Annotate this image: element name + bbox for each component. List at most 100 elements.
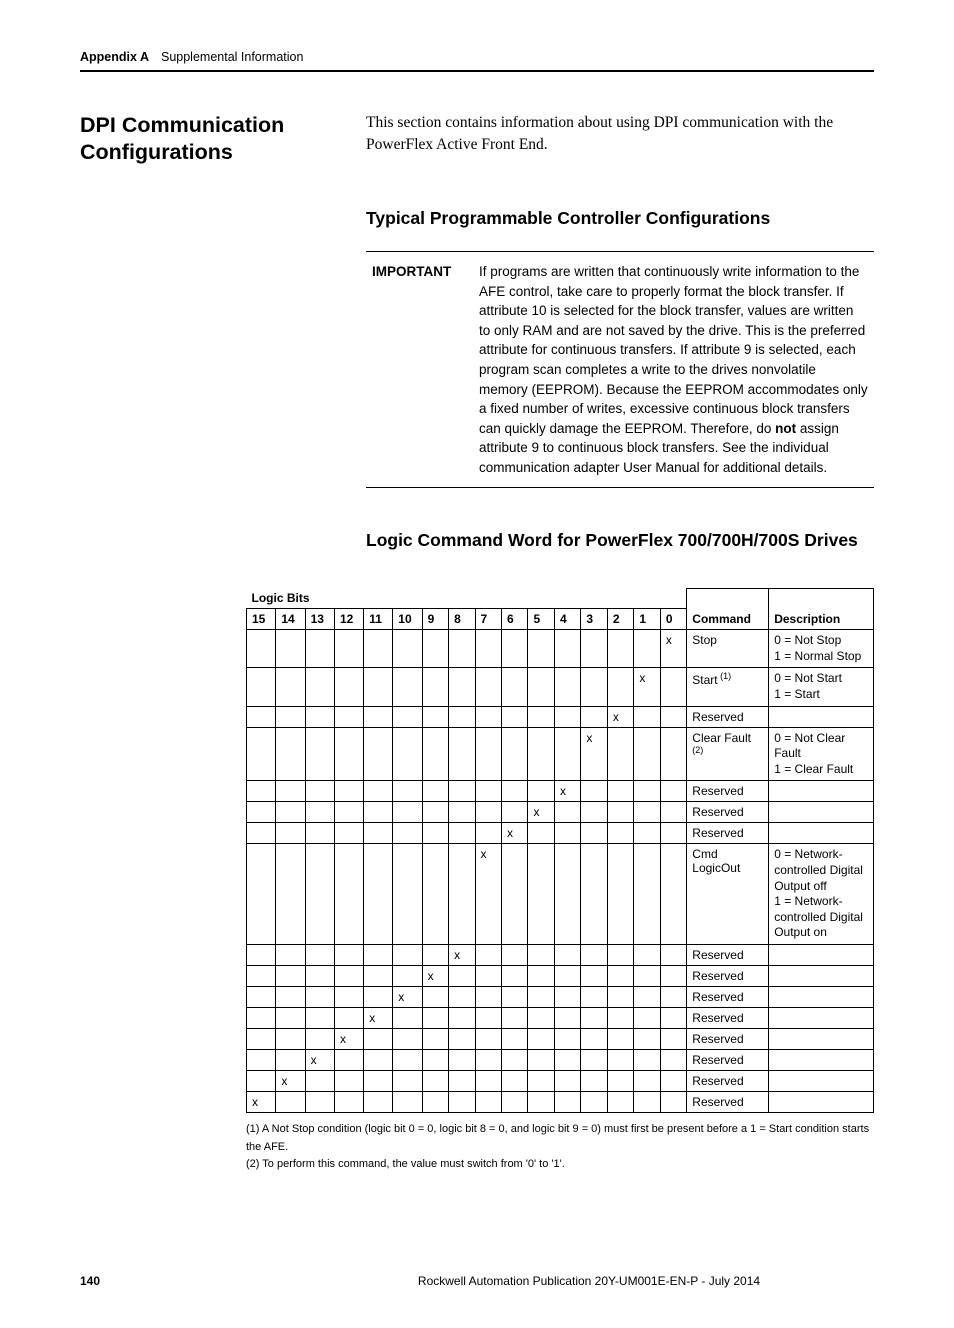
bit-cell <box>502 844 528 945</box>
bit-cell <box>422 1049 448 1070</box>
bit-cell <box>607 1049 633 1070</box>
bit-cell <box>305 802 334 823</box>
bit-cell <box>528 1028 554 1049</box>
bit-cell <box>449 727 475 781</box>
subheading-controller: Typical Programmable Controller Configur… <box>366 206 874 231</box>
command-cell: Reserved <box>687 1049 769 1070</box>
bit-cell <box>581 802 607 823</box>
bit-cell <box>554 1007 580 1028</box>
page-number: 140 <box>80 1274 304 1288</box>
subheading-logic: Logic Command Word for PowerFlex 700/700… <box>366 528 874 553</box>
bit-cell <box>502 781 528 802</box>
table-row: xStop0 = Not Stop1 = Normal Stop <box>247 630 874 668</box>
bit-cell <box>305 630 334 668</box>
bit-cell <box>393 630 422 668</box>
bit-cell <box>305 1070 334 1091</box>
bit-h-1: 1 <box>634 609 660 630</box>
bit-cell <box>449 781 475 802</box>
bit-cell <box>502 1049 528 1070</box>
bit-cell <box>607 944 633 965</box>
bit-cell <box>502 965 528 986</box>
description-cell <box>769 1049 874 1070</box>
bit-cell <box>607 823 633 844</box>
bit-cell <box>581 1028 607 1049</box>
side-heading: DPI Communication Configurations <box>80 112 330 166</box>
bit-cell <box>528 986 554 1007</box>
bit-cell <box>334 1007 363 1028</box>
bit-cell <box>305 1007 334 1028</box>
bit-cell: x <box>449 944 475 965</box>
bit-h-14: 14 <box>276 609 305 630</box>
bit-cell <box>554 844 580 945</box>
bit-cell <box>554 944 580 965</box>
bit-cell <box>364 1070 393 1091</box>
command-cell: Reserved <box>687 1070 769 1091</box>
bit-cell <box>607 986 633 1007</box>
table-row: xReserved <box>247 1028 874 1049</box>
bit-cell <box>422 727 448 781</box>
command-cell: Reserved <box>687 781 769 802</box>
description-cell: 0 = Not Stop1 = Normal Stop <box>769 630 874 668</box>
bit-cell <box>502 1091 528 1112</box>
footnotes: (1) A Not Stop condition (logic bit 0 = … <box>246 1121 874 1174</box>
bit-cell <box>607 965 633 986</box>
bit-cell <box>660 965 686 986</box>
description-cell <box>769 1028 874 1049</box>
bit-cell <box>364 1028 393 1049</box>
bit-cell <box>528 630 554 668</box>
bit-cell: x <box>422 965 448 986</box>
footnote-1: (1) A Not Stop condition (logic bit 0 = … <box>246 1121 874 1156</box>
bit-cell <box>422 823 448 844</box>
bit-cell: x <box>364 1007 393 1028</box>
description-cell <box>769 781 874 802</box>
bit-cell <box>581 1091 607 1112</box>
bit-h-0: 0 <box>660 609 686 630</box>
bit-h-3: 3 <box>581 609 607 630</box>
bit-cell <box>247 844 276 945</box>
command-cell: Reserved <box>687 706 769 727</box>
bit-cell <box>276 668 305 706</box>
bit-cell <box>393 823 422 844</box>
bit-cell <box>449 986 475 1007</box>
bit-cell <box>364 1091 393 1112</box>
bit-cell <box>607 1007 633 1028</box>
bit-cell <box>334 844 363 945</box>
bit-cell <box>247 986 276 1007</box>
bit-cell <box>502 630 528 668</box>
bit-cell <box>634 1091 660 1112</box>
bit-h-2: 2 <box>607 609 633 630</box>
bit-cell <box>528 965 554 986</box>
bit-cell <box>607 630 633 668</box>
bit-cell <box>364 1049 393 1070</box>
intro-text: This section contains information about … <box>366 112 874 166</box>
bit-cell <box>634 802 660 823</box>
bit-cell <box>475 823 501 844</box>
bit-cell <box>634 1028 660 1049</box>
bit-cell <box>305 668 334 706</box>
bit-cell <box>554 727 580 781</box>
bit-cell <box>276 1007 305 1028</box>
bit-cell <box>364 844 393 945</box>
bit-cell <box>475 781 501 802</box>
bit-cell <box>554 1028 580 1049</box>
bit-h-7: 7 <box>475 609 501 630</box>
bit-cell <box>449 706 475 727</box>
bit-cell <box>449 802 475 823</box>
bit-cell <box>334 727 363 781</box>
bit-cell: x <box>393 986 422 1007</box>
bit-cell <box>247 1070 276 1091</box>
section-label: Supplemental Information <box>161 50 303 64</box>
bit-cell <box>422 630 448 668</box>
bit-cell <box>364 727 393 781</box>
description-cell <box>769 944 874 965</box>
command-cell: Reserved <box>687 1007 769 1028</box>
command-header: Command <box>687 588 769 630</box>
bit-cell <box>502 802 528 823</box>
bit-cell <box>581 823 607 844</box>
bit-cell <box>449 1007 475 1028</box>
command-cell: Cmd LogicOut <box>687 844 769 945</box>
bit-cell <box>393 1028 422 1049</box>
bit-cell <box>247 802 276 823</box>
bit-cell <box>422 802 448 823</box>
bit-cell <box>660 1070 686 1091</box>
